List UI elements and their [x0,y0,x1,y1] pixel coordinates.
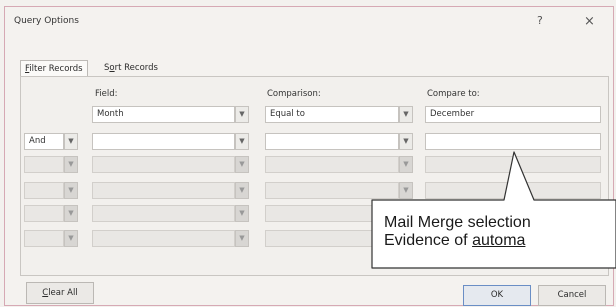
field-select[interactable] [92,133,235,150]
field-select[interactable] [92,205,235,222]
callout-line-1: Mail Merge selection [384,214,531,231]
chevron-down-icon[interactable]: ▼ [235,205,249,222]
compare-to-input[interactable] [425,182,601,199]
clear-all-label: lear All [48,288,78,298]
compare-to-column-header: Compare to: [427,89,480,99]
comparison-select[interactable] [265,182,399,199]
chevron-down-icon[interactable]: ▼ [64,230,78,247]
chevron-down-icon[interactable]: ▼ [64,182,78,199]
comparison-select[interactable]: Equal to [265,106,399,123]
operator-select[interactable] [24,205,64,222]
comparison-column-header: Comparison: [267,89,321,99]
chevron-down-icon[interactable]: ▼ [64,205,78,222]
field-select[interactable]: Month [92,106,235,123]
callout-line-2-prefix: Evidence of [384,232,473,249]
chevron-down-icon[interactable]: ▼ [235,106,249,123]
chevron-down-icon[interactable]: ▼ [64,133,78,150]
field-column-header: Field: [95,89,118,99]
chevron-down-icon[interactable]: ▼ [235,156,249,173]
compare-to-input[interactable]: December [425,106,601,123]
chevron-down-icon[interactable]: ▼ [235,182,249,199]
operator-select[interactable] [24,230,64,247]
compare-to-input[interactable] [425,156,601,173]
operator-select[interactable]: And [24,133,64,150]
chevron-down-icon[interactable]: ▼ [399,106,413,123]
operator-value: And [29,136,46,146]
comparison-select[interactable] [265,133,399,150]
chevron-down-icon[interactable]: ▼ [399,156,413,173]
chevron-down-icon[interactable]: ▼ [64,156,78,173]
operator-select[interactable] [24,156,64,173]
clear-all-button[interactable]: Clear All [26,282,94,304]
tab-filter-label: ilter Records [29,64,83,74]
tab-sort-records[interactable]: Sort Records [100,60,162,76]
help-button[interactable]: ? [537,14,543,27]
field-value: Month [97,109,124,119]
comparison-select[interactable] [265,156,399,173]
comparison-select[interactable] [265,230,399,247]
chevron-down-icon[interactable]: ▼ [399,182,413,199]
chevron-down-icon[interactable]: ▼ [235,230,249,247]
dialog-title: Query Options [14,16,79,26]
chevron-down-icon[interactable]: ▼ [399,133,413,150]
operator-select[interactable] [24,182,64,199]
cancel-button[interactable]: Cancel [538,285,606,306]
close-button[interactable]: × [584,14,595,29]
tab-sort-label: rt Records [114,63,158,73]
chevron-down-icon[interactable]: ▼ [235,133,249,150]
compare-to-value: December [430,109,475,119]
comparison-value: Equal to [270,109,305,119]
compare-to-input[interactable] [425,133,601,150]
field-select[interactable] [92,182,235,199]
callout-link[interactable]: automa [472,232,525,249]
callout-text: Mail Merge selection Evidence of automa [384,214,531,250]
comparison-select[interactable] [265,205,399,222]
callout-line-2: Evidence of automa [384,232,531,250]
field-select[interactable] [92,156,235,173]
field-select[interactable] [92,230,235,247]
ok-button[interactable]: OK [463,285,531,306]
